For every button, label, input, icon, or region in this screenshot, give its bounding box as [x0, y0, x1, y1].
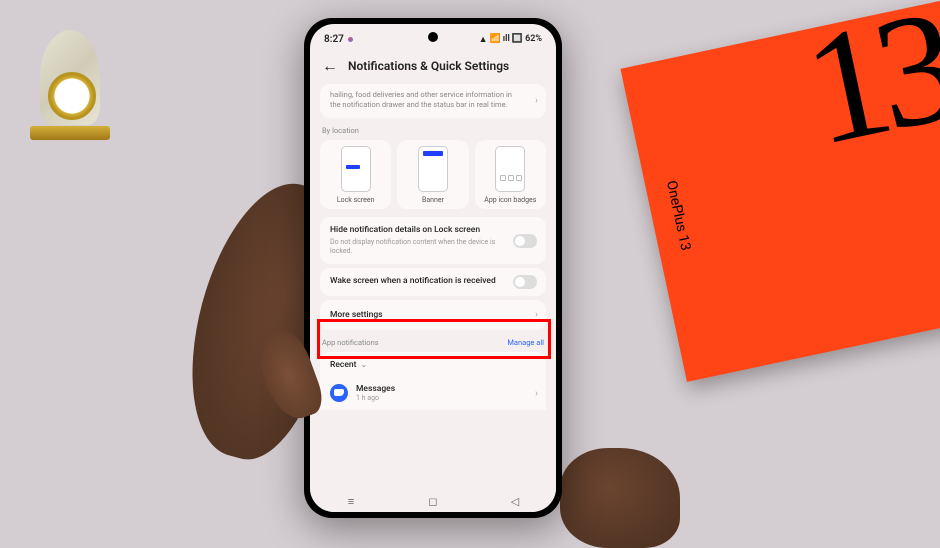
product-box-prop: OnePlus 13 13: [620, 0, 940, 382]
page-header: ← Notifications & Quick Settings: [310, 50, 556, 84]
more-settings-label: More settings: [330, 310, 383, 320]
location-options-row: Lock screen Banner App icon badges: [320, 140, 546, 209]
manage-all-link[interactable]: Manage all: [507, 338, 544, 347]
live-info-card[interactable]: hailing, food deliveries and other servi…: [320, 84, 546, 118]
desk-clock-prop: [30, 30, 120, 140]
hide-details-desc: Do not display notification content when…: [330, 238, 536, 256]
messages-app-icon: [330, 384, 348, 402]
banner-preview-icon: [418, 146, 448, 192]
navigation-bar: ≡ ◻ ◁: [310, 490, 556, 512]
signal-icon: 📶: [490, 34, 501, 44]
status-time: 8:27: [324, 34, 344, 45]
wake-screen-title: Wake screen when a notification is recei…: [330, 276, 536, 287]
app-name: Messages: [356, 384, 395, 394]
app-notifications-label: App notifications: [322, 338, 379, 347]
chevron-right-icon: ›: [535, 96, 538, 107]
live-info-desc: hailing, food deliveries and other servi…: [330, 90, 536, 110]
battery-percent: 62%: [525, 34, 542, 44]
back-arrow-icon[interactable]: ←: [322, 56, 338, 76]
app-badges-option[interactable]: App icon badges: [475, 140, 546, 209]
lock-screen-preview-icon: [341, 146, 371, 192]
hide-details-setting[interactable]: Hide notification details on Lock screen…: [320, 217, 546, 264]
camera-hole: [428, 32, 438, 42]
badges-preview-icon: [495, 146, 525, 192]
phone-device: 8:27 ▲ 📶 ıll 🔲 62% ← Notifications & Qui…: [304, 18, 562, 518]
recents-button[interactable]: ≡: [344, 494, 358, 508]
lock-screen-option[interactable]: Lock screen: [320, 140, 391, 209]
recent-tab[interactable]: Recent ⌄: [320, 352, 546, 378]
notification-dot-icon: [348, 37, 353, 42]
chevron-down-icon: ⌄: [360, 360, 367, 369]
wake-screen-toggle[interactable]: [513, 275, 537, 289]
chevron-right-icon: ›: [535, 309, 538, 320]
box-number: 13: [790, 0, 940, 183]
more-settings-row[interactable]: More settings ›: [320, 300, 546, 330]
hide-details-toggle[interactable]: [513, 234, 537, 248]
by-location-label: By location: [320, 126, 546, 140]
app-time: 1 h ago: [356, 394, 395, 402]
hand-pointing: [560, 448, 680, 548]
home-button[interactable]: ◻: [426, 494, 440, 508]
banner-option[interactable]: Banner: [397, 140, 468, 209]
phone-screen: 8:27 ▲ 📶 ıll 🔲 62% ← Notifications & Qui…: [310, 24, 556, 512]
page-title: Notifications & Quick Settings: [348, 59, 509, 73]
messages-app-row[interactable]: Messages 1 h ago ›: [320, 378, 546, 410]
signal-icon-2: ıll: [503, 34, 510, 44]
back-button[interactable]: ◁: [508, 494, 522, 508]
wake-screen-setting[interactable]: Wake screen when a notification is recei…: [320, 268, 546, 295]
box-brand-text: OnePlus 13: [663, 179, 693, 252]
chevron-right-icon: ›: [535, 388, 538, 399]
wifi-icon: ▲: [479, 34, 488, 45]
hide-details-title: Hide notification details on Lock screen: [330, 225, 536, 236]
battery-icon: 🔲: [512, 34, 523, 44]
